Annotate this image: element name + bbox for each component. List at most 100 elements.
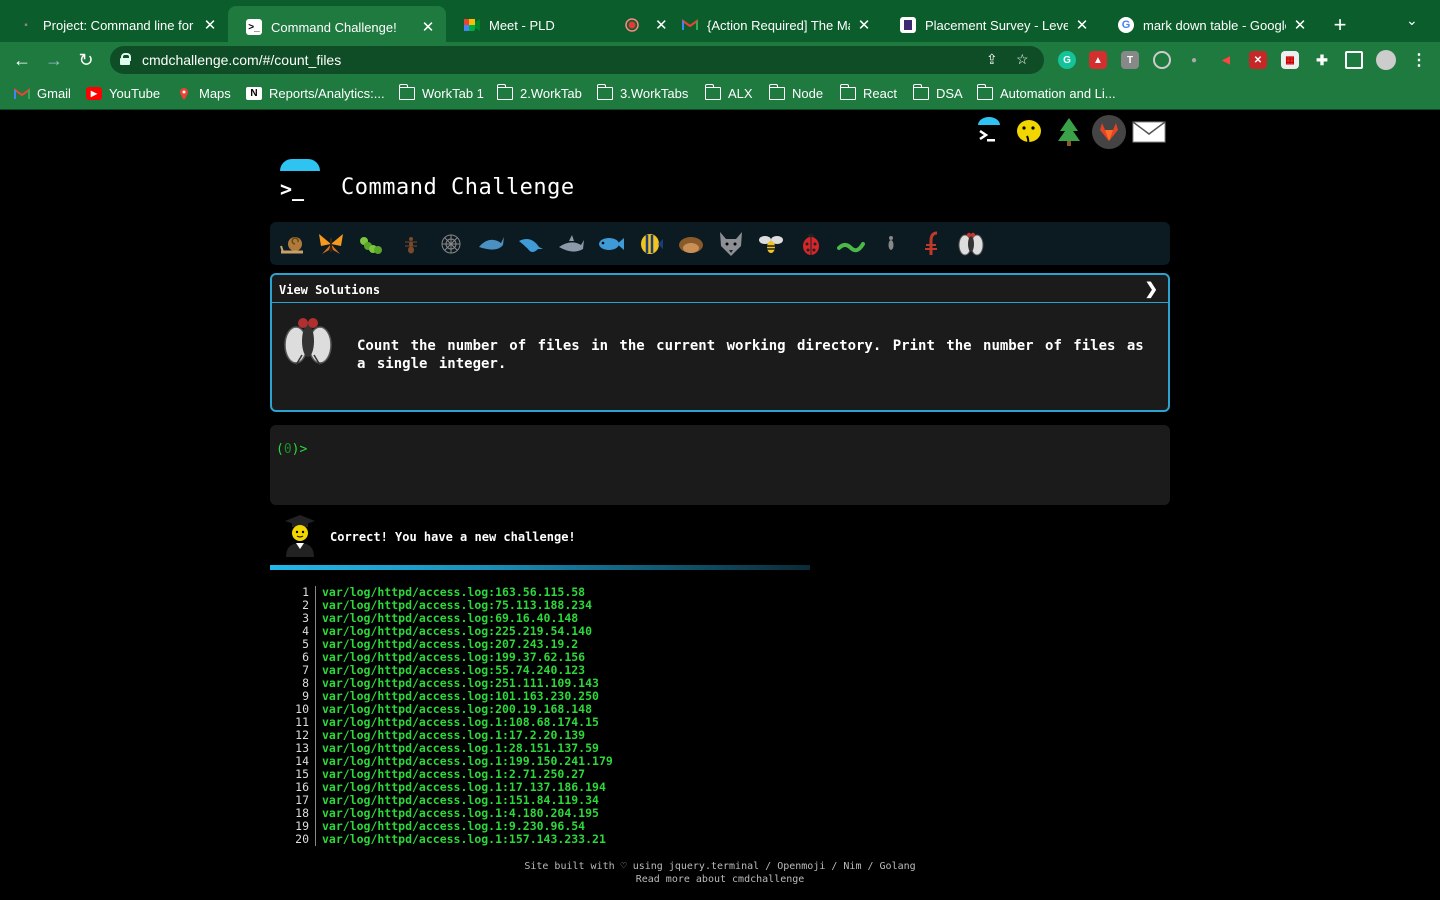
bookmarks-bar: Gmail ▶ YouTube Maps N Reports/Analytics…: [0, 78, 1440, 110]
bookmark-folder-worktab2[interactable]: 2.WorkTab: [497, 84, 582, 101]
close-icon[interactable]: ✕: [1292, 16, 1308, 34]
challenge-panel: View Solutions ❯ Count the number of fil…: [270, 273, 1170, 412]
butterfly-icon[interactable]: [317, 230, 345, 258]
url-text: cmdchallenge.com/#/count_files: [142, 52, 342, 68]
tropical-fish-icon[interactable]: [637, 230, 665, 258]
bookmark-youtube[interactable]: ▶ YouTube: [86, 86, 160, 101]
bookmark-folder-dsa[interactable]: DSA: [913, 84, 963, 101]
idea-icon[interactable]: [1012, 115, 1046, 149]
close-icon[interactable]: ✕: [202, 16, 218, 34]
alx-icon: ▪: [24, 19, 28, 31]
ant-icon[interactable]: [397, 230, 425, 258]
folder-icon: [913, 84, 929, 100]
tab-search-button[interactable]: ⌄: [1406, 12, 1418, 29]
folder-icon: [399, 84, 415, 100]
sidebar-icon[interactable]: [1345, 51, 1363, 69]
ladybug-icon[interactable]: [797, 230, 825, 258]
text-extension-icon[interactable]: T: [1121, 51, 1139, 69]
tab-title: Placement Survey - Level 3: [925, 17, 1068, 33]
view-solutions-toggle[interactable]: View Solutions ❯: [272, 275, 1168, 303]
challenge-description: Count the number of files in the current…: [357, 338, 1144, 372]
logo-cap: [280, 159, 320, 171]
page-title: Command Challenge: [341, 175, 575, 200]
bookmark-folder-worktab1[interactable]: WorkTab 1: [399, 84, 484, 101]
snail-icon[interactable]: [278, 230, 306, 258]
fly-icon: [282, 315, 334, 369]
tab-placement-survey[interactable]: Placement Survey - Level 3 ✕: [882, 8, 1100, 42]
bookmark-label: Automation and Li...: [1000, 86, 1116, 101]
page-content: >_ Command Challenge View Solutions ❯ Co…: [0, 111, 1440, 900]
dolphin-icon[interactable]: [517, 230, 545, 258]
hedgehog-icon[interactable]: [677, 230, 705, 258]
bookmark-label: YouTube: [109, 86, 161, 101]
menu-icon[interactable]: ⋮: [1410, 51, 1428, 69]
bookmark-folder-worktabs3[interactable]: 3.WorkTabs: [597, 84, 688, 101]
megaphone-extension-icon[interactable]: ◀: [1217, 51, 1235, 69]
share-icon[interactable]: ⇪: [986, 51, 998, 68]
shark-icon[interactable]: [557, 230, 585, 258]
bookmark-star-icon[interactable]: ☆: [1016, 51, 1029, 68]
caterpillar-icon[interactable]: [357, 230, 385, 258]
bookmark-folder-automation[interactable]: Automation and Li...: [977, 84, 1116, 101]
close-icon[interactable]: ✕: [1074, 16, 1090, 34]
puzzle-icon[interactable]: ✚: [1313, 51, 1331, 69]
bookmark-folder-node[interactable]: Node: [769, 84, 823, 101]
tree-icon[interactable]: [1052, 115, 1086, 149]
bookmark-gmail[interactable]: Gmail: [14, 86, 71, 101]
wolf-icon[interactable]: [717, 230, 745, 258]
calendar-extension-icon[interactable]: ▦: [1281, 51, 1299, 69]
bookmark-folder-alx[interactable]: ALX: [705, 84, 753, 101]
google-icon: G: [1118, 17, 1134, 33]
gitlab-icon[interactable]: [1092, 115, 1126, 149]
bookmark-folder-react[interactable]: React: [840, 84, 897, 101]
target-extension-icon[interactable]: [1153, 51, 1171, 69]
spider-web-icon[interactable]: [437, 230, 465, 258]
bookmark-label: ALX: [728, 86, 753, 101]
new-tab-button[interactable]: +: [1328, 12, 1352, 38]
back-button[interactable]: ←: [10, 48, 34, 72]
fish-icon[interactable]: [597, 230, 625, 258]
forward-button[interactable]: →: [42, 48, 66, 72]
tab-meet[interactable]: Meet - PLD: [446, 8, 606, 42]
notion-icon: N: [246, 87, 262, 100]
output-row: 20 var/log/httpd/access.log.1:157.143.233…: [290, 833, 890, 846]
extension-badge-icon[interactable]: ✕: [1249, 51, 1267, 69]
tab-project[interactable]: ▪ Project: Command line for the ✕: [0, 8, 228, 42]
lock-icon: [120, 53, 131, 65]
tab-gmail[interactable]: {Action Required] The Mandatory ✕: [664, 8, 882, 42]
read-more-link[interactable]: Read more about cmdchallenge: [420, 873, 1020, 886]
result-message: Correct! You have a new challenge!: [270, 513, 1170, 563]
close-icon[interactable]: ✕: [856, 16, 872, 34]
reload-button[interactable]: ↻: [74, 48, 98, 72]
forms-icon: [900, 17, 916, 33]
grammarly-icon[interactable]: G: [1058, 51, 1076, 69]
gmail-icon: [682, 17, 698, 33]
bookmark-label: 2.WorkTab: [520, 86, 582, 101]
mail-icon[interactable]: [1132, 115, 1166, 149]
scorpion-icon[interactable]: [917, 230, 945, 258]
extension-icon[interactable]: ▲: [1089, 51, 1107, 69]
tab-title: {Action Required] The Mandatory: [707, 17, 850, 33]
terminal-input[interactable]: (0)>: [270, 425, 1170, 505]
avatar[interactable]: [1376, 50, 1396, 70]
folder-icon: [840, 84, 856, 100]
bookmark-reports[interactable]: N Reports/Analytics:...: [246, 86, 385, 101]
fly-icon[interactable]: [957, 230, 985, 258]
tab-google-search[interactable]: G mark down table - Google Search ✕: [1100, 8, 1318, 42]
bookmark-maps[interactable]: Maps: [176, 86, 231, 101]
worm-icon[interactable]: [837, 230, 865, 258]
bulb-extension-icon[interactable]: ●: [1185, 51, 1203, 69]
success-message: Correct! You have a new challenge!: [330, 530, 576, 544]
tab-recording[interactable]: ✕: [606, 8, 668, 42]
address-bar[interactable]: cmdchallenge.com/#/count_files ⇪ ☆: [110, 46, 1044, 74]
site-logo[interactable]: >_: [276, 159, 324, 207]
mosquito-icon[interactable]: [877, 230, 905, 258]
bee-icon[interactable]: [757, 230, 785, 258]
command-output: 1 var/log/httpd/access.log:163.56.115.58 …: [290, 586, 890, 846]
whale-icon[interactable]: [477, 230, 505, 258]
graduate-icon: [282, 513, 318, 557]
close-icon[interactable]: ✕: [420, 18, 436, 36]
cmdchallenge-icon[interactable]: [972, 115, 1006, 149]
view-solutions-label: View Solutions: [279, 283, 381, 297]
tab-title: Project: Command line for the: [43, 17, 196, 33]
